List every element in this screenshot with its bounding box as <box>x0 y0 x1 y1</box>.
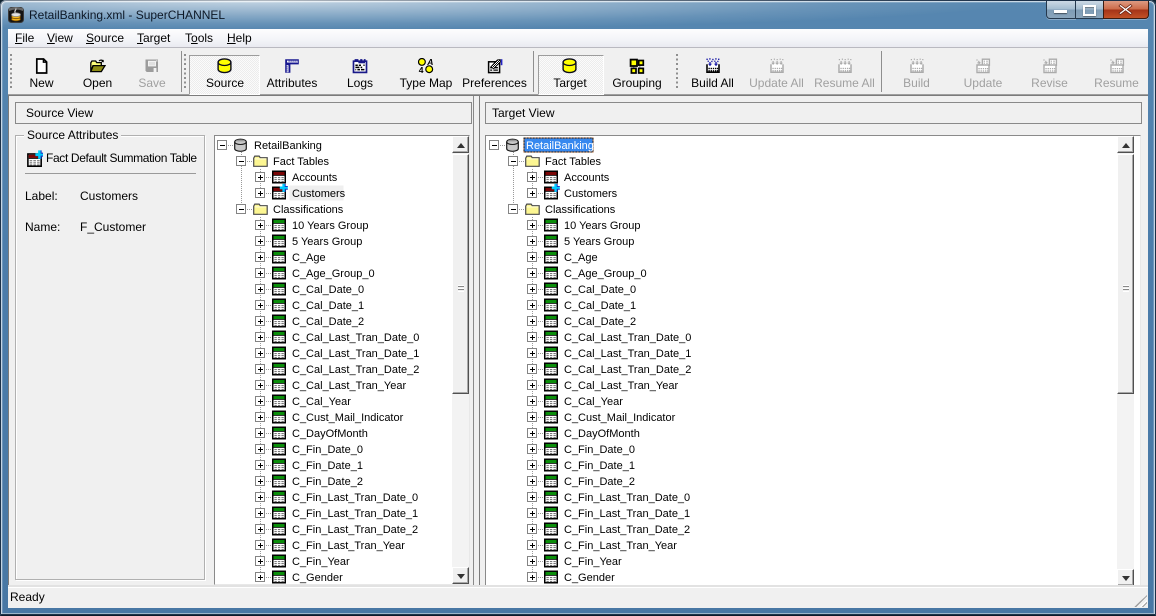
svg-text:Customers: Customers <box>292 188 346 200</box>
svg-text:Classifications: Classifications <box>273 204 344 216</box>
svg-text:C_Fin_Last_Tran_Date_0: C_Fin_Last_Tran_Date_0 <box>564 492 690 504</box>
svg-text:10 Years Group: 10 Years Group <box>564 220 640 232</box>
svg-text:C_Fin_Last_Tran_Date_2: C_Fin_Last_Tran_Date_2 <box>564 524 690 536</box>
svg-text:C_Cal_Year: C_Cal_Year <box>292 396 351 408</box>
svg-text:C_Cal_Last_Tran_Date_0: C_Cal_Last_Tran_Date_0 <box>292 332 419 344</box>
svg-text:C_Cal_Last_Tran_Year: C_Cal_Last_Tran_Year <box>564 380 678 392</box>
svg-text:C_Fin_Date_0: C_Fin_Date_0 <box>564 444 635 456</box>
svg-text:C_Fin_Last_Tran_Date_1: C_Fin_Last_Tran_Date_1 <box>292 508 418 520</box>
svg-text:C_Fin_Last_Tran_Date_1: C_Fin_Last_Tran_Date_1 <box>564 508 690 520</box>
svg-text:C_DayOfMonth: C_DayOfMonth <box>564 428 640 440</box>
svg-text:C_Cal_Last_Tran_Date_2: C_Cal_Last_Tran_Date_2 <box>564 364 691 376</box>
svg-text:C_Cal_Date_2: C_Cal_Date_2 <box>564 316 636 328</box>
svg-text:C_Age_Group_0: C_Age_Group_0 <box>292 268 375 280</box>
svg-text:C_Fin_Date_2: C_Fin_Date_2 <box>292 476 363 488</box>
svg-text:Accounts: Accounts <box>292 172 338 184</box>
svg-text:C_Age_Group_0: C_Age_Group_0 <box>564 268 647 280</box>
svg-text:C_Fin_Date_1: C_Fin_Date_1 <box>564 460 635 472</box>
svg-text:Customers: Customers <box>564 188 618 200</box>
svg-text:C_Fin_Last_Tran_Date_0: C_Fin_Last_Tran_Date_0 <box>292 492 418 504</box>
svg-text:C_Cal_Date_1: C_Cal_Date_1 <box>564 300 636 312</box>
svg-text:C_Cal_Date_1: C_Cal_Date_1 <box>292 300 364 312</box>
svg-text:Fact Tables: Fact Tables <box>545 156 602 168</box>
svg-text:C_Cal_Date_2: C_Cal_Date_2 <box>292 316 364 328</box>
svg-text:C_Fin_Year: C_Fin_Year <box>564 556 622 568</box>
svg-text:5 Years Group: 5 Years Group <box>564 236 634 248</box>
svg-text:C_Cal_Last_Tran_Date_2: C_Cal_Last_Tran_Date_2 <box>292 364 419 376</box>
svg-text:C_Fin_Last_Tran_Date_2: C_Fin_Last_Tran_Date_2 <box>292 524 418 536</box>
svg-text:Fact Tables: Fact Tables <box>273 156 330 168</box>
svg-text:C_Cal_Date_0: C_Cal_Date_0 <box>564 284 636 296</box>
svg-text:RetailBanking: RetailBanking <box>526 140 594 152</box>
svg-text:C_Fin_Date_1: C_Fin_Date_1 <box>292 460 363 472</box>
svg-text:C_Fin_Last_Tran_Year: C_Fin_Last_Tran_Year <box>564 540 677 552</box>
svg-text:RetailBanking: RetailBanking <box>254 140 322 152</box>
svg-text:Classifications: Classifications <box>545 204 616 216</box>
svg-text:C_Cal_Date_0: C_Cal_Date_0 <box>292 284 364 296</box>
svg-text:C_Age: C_Age <box>292 252 326 264</box>
svg-text:C_Fin_Last_Tran_Year: C_Fin_Last_Tran_Year <box>292 540 405 552</box>
svg-text:C_Age: C_Age <box>564 252 598 264</box>
svg-text:C_Cal_Last_Tran_Date_1: C_Cal_Last_Tran_Date_1 <box>564 348 691 360</box>
svg-text:Accounts: Accounts <box>564 172 610 184</box>
svg-text:C_Cal_Last_Tran_Date_1: C_Cal_Last_Tran_Date_1 <box>292 348 419 360</box>
svg-text:C_DayOfMonth: C_DayOfMonth <box>292 428 368 440</box>
svg-text:C_Fin_Date_0: C_Fin_Date_0 <box>292 444 363 456</box>
svg-text:5 Years Group: 5 Years Group <box>292 236 362 248</box>
svg-text:C_Cal_Year: C_Cal_Year <box>564 396 623 408</box>
svg-text:C_Cal_Last_Tran_Year: C_Cal_Last_Tran_Year <box>292 380 406 392</box>
svg-text:10 Years Group: 10 Years Group <box>292 220 368 232</box>
svg-text:C_Gender: C_Gender <box>564 572 615 584</box>
svg-text:C_Cust_Mail_Indicator: C_Cust_Mail_Indicator <box>564 412 676 424</box>
svg-text:C_Gender: C_Gender <box>292 572 343 584</box>
svg-text:C_Fin_Year: C_Fin_Year <box>292 556 350 568</box>
svg-text:C_Cal_Last_Tran_Date_0: C_Cal_Last_Tran_Date_0 <box>564 332 691 344</box>
svg-text:C_Fin_Date_2: C_Fin_Date_2 <box>564 476 635 488</box>
svg-text:C_Cust_Mail_Indicator: C_Cust_Mail_Indicator <box>292 412 404 424</box>
